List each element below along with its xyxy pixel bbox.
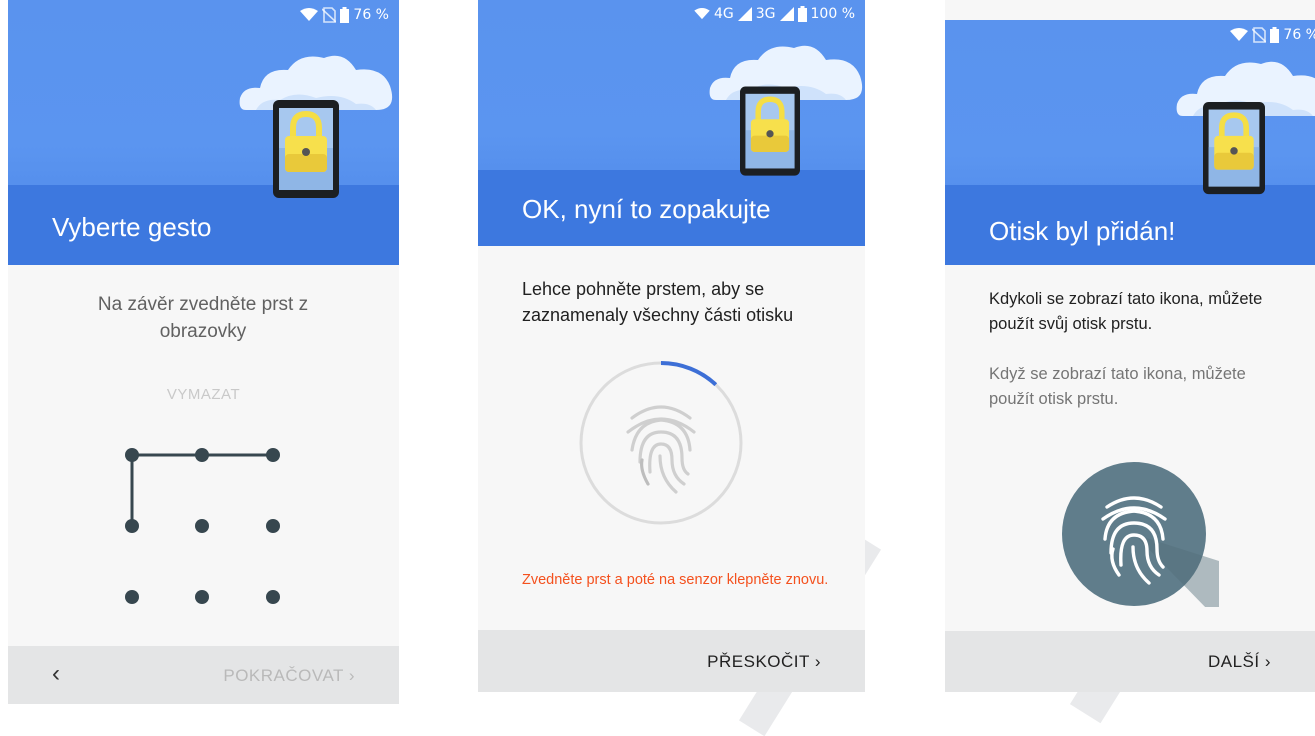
pattern-dot[interactable] (266, 448, 280, 462)
battery-icon (797, 6, 807, 22)
screen-fingerprint-scan: 4G 3G 100 % OK, nyní to zopakujte Lehce … (478, 0, 865, 692)
content: Lehce pohněte prstem, aby se zaznamenaly… (478, 246, 865, 630)
status-bar: 76 % (300, 0, 399, 30)
network-type-1: 4G (713, 6, 734, 22)
header: 4G 3G 100 % OK, nyní to zopakujte (478, 0, 865, 246)
header: 76 % Vyberte gesto (8, 0, 399, 265)
instruction-text: Lehce pohněte prstem, aby se zaznamenaly… (522, 279, 794, 325)
content: Na závěr zvedněte prst z obrazovky VYMAZ… (8, 265, 399, 646)
wifi-icon (300, 8, 319, 21)
fingerprint-icon (626, 405, 696, 494)
padlock-phone-icon (740, 86, 800, 176)
pattern-dot[interactable] (125, 519, 139, 533)
fingerprint-progress (579, 361, 743, 525)
battery-level: 76 % (353, 7, 389, 23)
pattern-dot[interactable] (125, 448, 139, 462)
battery-level: 100 % (810, 6, 855, 22)
page-title: Otisk byl přidán! (989, 216, 1176, 246)
no-sim-icon (1252, 27, 1267, 43)
pattern-dot[interactable] (125, 590, 139, 604)
progress-arc (660, 361, 718, 387)
page-title: Vyberte gesto (52, 212, 212, 242)
bottom-bar: ‹ POKRAČOVAT › (8, 646, 399, 704)
signal-icon (737, 7, 752, 21)
status-bar: 76 % (1230, 20, 1315, 50)
screen-pattern-setup: 76 % Vyberte gesto Na závěr zvedněte prs… (8, 0, 399, 704)
secondary-text: Když se zobrazí tato ikona, můžete použí… (989, 365, 1246, 408)
back-button[interactable]: ‹ (52, 660, 61, 688)
header: 76 % Otisk byl přidán! (945, 20, 1315, 265)
padlock-phone-icon (1203, 102, 1265, 195)
pattern-dot[interactable] (195, 590, 209, 604)
pattern-dot[interactable] (195, 448, 209, 462)
battery-icon (1270, 27, 1280, 43)
signal-icon (779, 7, 794, 21)
screen-fingerprint-added: 76 % Otisk byl přidán! Kdykoli se zobraz… (945, 0, 1315, 692)
continue-button[interactable]: POKRAČOVAT › (223, 666, 355, 686)
battery-level: 76 % (1283, 27, 1315, 43)
pattern-grid[interactable] (108, 435, 298, 615)
pattern-dot[interactable] (266, 519, 280, 533)
wifi-icon (1230, 28, 1249, 41)
network-type-2: 3G (755, 6, 776, 22)
fingerprint-icon (1062, 462, 1219, 607)
bottom-bar: DALŠÍ › (945, 631, 1315, 692)
primary-text: Kdykoli se zobrazí tato ikona, můžete po… (989, 290, 1263, 333)
pattern-dot[interactable] (266, 590, 280, 604)
skip-button[interactable]: PŘESKOČIT › (707, 652, 821, 672)
pattern-dot[interactable] (195, 519, 209, 533)
page-title: OK, nyní to zopakujte (522, 194, 771, 224)
battery-icon (340, 7, 350, 23)
no-sim-icon (322, 7, 337, 23)
status-bar: 4G 3G 100 % (694, 0, 865, 28)
padlock-phone-icon (273, 100, 339, 198)
clear-button[interactable]: VYMAZAT (8, 386, 399, 403)
content: Kdykoli se zobrazí tato ikona, můžete po… (945, 265, 1315, 631)
wifi-icon (694, 8, 710, 20)
error-text: Zvedněte prst a poté na senzor klepněte … (522, 572, 829, 588)
next-button[interactable]: DALŠÍ › (1208, 652, 1271, 672)
bottom-bar: PŘESKOČIT › (478, 630, 865, 692)
instruction-text: Na závěr zvedněte prst z obrazovky (97, 294, 309, 342)
